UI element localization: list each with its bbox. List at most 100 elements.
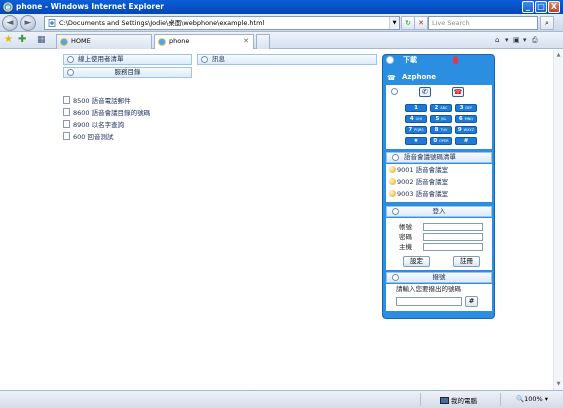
list-item[interactable]: 8600 語音會議目錄的號碼: [63, 108, 150, 119]
scroll-down-icon[interactable]: ▼: [554, 380, 563, 389]
key-star[interactable]: ★: [405, 137, 427, 145]
phone-widget: 下載 ☎ Azphone ✆ ☎ 1 2 ABC 3 DEF 4 GHI 5 J…: [382, 54, 495, 319]
list-item[interactable]: 600 回音測試: [63, 132, 113, 143]
circle-icon: [201, 56, 208, 63]
password-label: 密碼: [399, 233, 412, 241]
key-0[interactable]: 0 OPER: [430, 137, 452, 145]
feeds-dropdown-icon[interactable]: ▾: [523, 36, 527, 44]
ie-page-icon: [158, 38, 166, 46]
favorites-star-icon[interactable]: ★: [4, 35, 13, 45]
back-button[interactable]: ◄: [2, 15, 18, 31]
tab-home-label: HOME: [71, 37, 91, 45]
conference-title: 語音會議號碼清單: [404, 153, 456, 161]
scroll-up-icon[interactable]: ▲: [554, 51, 563, 60]
conference-header[interactable]: 語音會議號碼清單: [386, 152, 492, 163]
maximize-button[interactable]: □: [535, 1, 547, 13]
pin-icon: [453, 56, 458, 64]
service-label: 8500 語音電話郵件: [73, 97, 131, 105]
key-letters: ABC: [440, 106, 448, 110]
service-label: 8900 以名字查詢: [73, 121, 125, 129]
register-button[interactable]: 註冊: [453, 256, 480, 267]
stop-button[interactable]: ✕: [414, 16, 428, 30]
circle-icon: [67, 56, 74, 63]
close-window-button[interactable]: X: [548, 1, 560, 13]
key-digit: 0: [433, 138, 438, 144]
list-item[interactable]: 8900 以名字查詢: [63, 120, 124, 131]
key-2[interactable]: 2 ABC: [430, 104, 452, 112]
dial-prompt: 請輸入您要撥出的號碼: [396, 285, 461, 293]
password-field[interactable]: [423, 233, 483, 241]
dial-header[interactable]: 撥號: [386, 272, 492, 283]
zone-label: 我的電腦: [451, 397, 477, 405]
app-title-bar: ☎ Azphone: [383, 72, 494, 83]
service-directory-header[interactable]: 服務目錄: [63, 67, 192, 78]
messages-title: 訊息: [212, 55, 225, 63]
address-toolbar: ◄ ► C:\Documents and Settings\Jodie\桌面\w…: [0, 14, 563, 32]
download-bar[interactable]: 下載: [383, 55, 494, 66]
address-field[interactable]: C:\Documents and Settings\Jodie\桌面\webph…: [44, 16, 400, 30]
login-title: 登入: [432, 207, 446, 215]
minimize-button[interactable]: _: [522, 1, 534, 13]
keypad: ✆ ☎ 1 2 ABC 3 DEF 4 GHI 5 JKL 6 MNO 7 PQ…: [386, 85, 492, 149]
room-label: 9002 語音會議室: [397, 178, 449, 186]
host-field[interactable]: [423, 243, 483, 251]
zoom-control[interactable]: 🔍100% ▾: [516, 395, 548, 403]
tab-close-icon[interactable]: ✕: [243, 35, 249, 48]
host-label: 主機: [399, 243, 412, 251]
home-icon[interactable]: ⌂: [495, 36, 499, 44]
dial-button[interactable]: #: [465, 296, 478, 307]
list-item[interactable]: 9002 語音會議室: [389, 177, 448, 187]
zoom-level: 100%: [524, 395, 543, 403]
document-icon: [63, 96, 70, 104]
ie-logo-icon: e: [3, 2, 13, 12]
key-4[interactable]: 4 GHI: [405, 115, 427, 123]
dial-number-field[interactable]: [396, 297, 462, 306]
search-input[interactable]: Live Search: [428, 16, 538, 30]
login-header[interactable]: 登入: [386, 206, 492, 217]
settings-button[interactable]: 設定: [403, 256, 430, 267]
dial-title: 撥號: [432, 273, 446, 281]
online-users-title: 線上使用者清單: [78, 55, 124, 63]
vertical-scrollbar[interactable]: ▲ ▼: [553, 50, 563, 390]
key-letters: OPER: [439, 139, 449, 143]
list-item[interactable]: 8500 語音電話郵件: [63, 96, 131, 107]
address-dropdown-icon[interactable]: ▼: [389, 17, 399, 29]
tab-list-icon[interactable]: ▦: [37, 35, 46, 45]
address-url: C:\Documents and Settings\Jodie\桌面\webph…: [59, 19, 265, 27]
print-icon[interactable]: ⎙: [532, 36, 538, 45]
forward-button[interactable]: ►: [20, 15, 36, 31]
key-hash[interactable]: #: [455, 137, 477, 145]
key-letters: MNO: [464, 117, 474, 121]
hangup-button[interactable]: ☎: [452, 87, 464, 97]
list-item[interactable]: 9001 語音會議室: [389, 165, 448, 175]
new-tab-button[interactable]: [256, 34, 270, 49]
key-8[interactable]: 8 TUV: [430, 126, 452, 134]
tab-home[interactable]: HOME: [56, 34, 152, 49]
key-3[interactable]: 3 DEF: [455, 104, 477, 112]
key-9[interactable]: 9 WXYZ: [455, 126, 477, 134]
computer-icon: [440, 397, 449, 404]
status-divider: [420, 393, 421, 406]
security-zone[interactable]: 我的電腦: [440, 395, 477, 405]
download-label: 下載: [403, 56, 417, 64]
account-field[interactable]: [423, 223, 483, 231]
key-digit: 4: [409, 116, 414, 122]
svg-text:e: e: [6, 4, 11, 12]
key-1[interactable]: 1: [405, 104, 427, 112]
list-item[interactable]: 9003 語音會議室: [389, 189, 448, 199]
keypad-toggle[interactable]: [389, 87, 401, 98]
online-users-header[interactable]: 線上使用者清單: [63, 54, 192, 65]
messages-header[interactable]: 訊息: [197, 54, 377, 65]
call-button[interactable]: ✆: [419, 87, 431, 97]
home-dropdown-icon[interactable]: ▾: [505, 36, 509, 44]
search-button[interactable]: ⌕: [540, 16, 554, 30]
key-digit: #: [463, 138, 469, 144]
add-favorite-icon[interactable]: ✚: [18, 35, 26, 45]
status-bar: 我的電腦 🔍100% ▾: [0, 390, 563, 408]
feeds-icon[interactable]: ▣: [513, 36, 520, 44]
key-7[interactable]: 7 PQRS: [405, 126, 427, 134]
tab-phone[interactable]: phone ✕: [154, 34, 254, 49]
key-6[interactable]: 6 MNO: [455, 115, 477, 123]
refresh-button[interactable]: ↻: [401, 16, 415, 30]
key-5[interactable]: 5 JKL: [430, 115, 452, 123]
